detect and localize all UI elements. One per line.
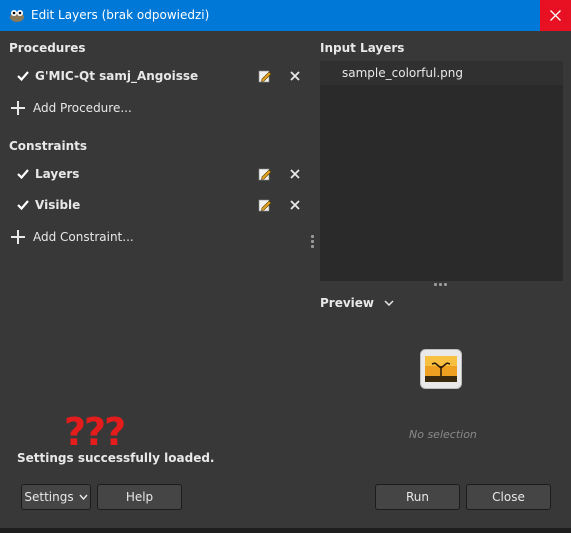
add-constraint-button[interactable]: Add Constraint...	[11, 230, 134, 244]
procedures-heading: Procedures	[9, 41, 86, 55]
close-label: Close	[492, 490, 525, 504]
preview-expander[interactable]: Preview	[320, 296, 394, 310]
remove-constraint-icon[interactable]	[290, 200, 300, 210]
remove-procedure-icon[interactable]	[290, 71, 300, 81]
question-marks-annotation: ???	[64, 410, 126, 454]
edit-constraint-icon[interactable]	[258, 198, 272, 212]
help-button[interactable]: Help	[97, 484, 182, 510]
constraint-label: Layers	[35, 167, 80, 181]
constraints-heading: Constraints	[9, 139, 88, 153]
horizontal-splitter-handle[interactable]	[434, 283, 449, 286]
checkmark-icon[interactable]	[17, 168, 29, 180]
window-bottom-edge	[0, 528, 571, 533]
chevron-down-icon	[384, 300, 394, 306]
add-procedure-label: Add Procedure...	[33, 101, 132, 115]
input-layers-heading: Input Layers	[320, 41, 405, 55]
plus-icon	[11, 230, 25, 244]
checkmark-icon[interactable]	[17, 199, 29, 211]
run-label: Run	[405, 490, 429, 504]
title-bar: Edit Layers (brak odpowiedzi)	[0, 0, 571, 31]
window-title: Edit Layers (brak odpowiedzi)	[31, 8, 210, 22]
preview-empty-text: No selection	[409, 428, 477, 441]
preview-heading: Preview	[320, 296, 375, 310]
settings-label: Settings	[24, 490, 74, 504]
input-layers-list[interactable]: sample_colorful.png	[320, 61, 563, 281]
edit-constraint-icon[interactable]	[258, 167, 272, 181]
layer-name: sample_colorful.png	[342, 66, 463, 80]
list-item[interactable]: sample_colorful.png	[320, 61, 563, 85]
plus-icon	[11, 101, 25, 115]
help-label: Help	[125, 490, 154, 504]
close-icon	[550, 10, 561, 21]
constraint-row-visible: Visible	[17, 195, 80, 215]
status-message: Settings successfully loaded.	[17, 451, 215, 465]
procedure-row: G'MIC-Qt samj_Angoisse	[17, 66, 198, 86]
chevron-down-icon	[79, 494, 88, 500]
add-procedure-button[interactable]: Add Procedure...	[11, 101, 132, 115]
checkmark-icon[interactable]	[17, 70, 29, 82]
window-close-button[interactable]	[540, 0, 571, 31]
vertical-splitter-handle[interactable]	[311, 235, 314, 250]
settings-dropdown-button[interactable]: Settings	[21, 484, 91, 510]
close-button[interactable]: Close	[466, 484, 551, 510]
add-constraint-label: Add Constraint...	[33, 230, 134, 244]
edit-procedure-icon[interactable]	[258, 69, 272, 83]
constraint-label: Visible	[35, 198, 81, 212]
gimp-app-icon	[10, 10, 24, 22]
run-button[interactable]: Run	[375, 484, 460, 510]
image-thumbnail-icon	[420, 349, 462, 389]
remove-constraint-icon[interactable]	[290, 169, 300, 179]
procedure-label: G'MIC-Qt samj_Angoisse	[35, 69, 199, 83]
constraint-row-layers: Layers	[17, 164, 79, 184]
